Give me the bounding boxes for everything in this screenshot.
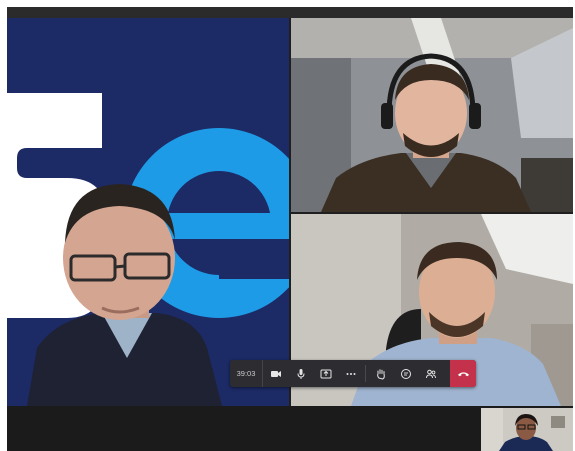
share-screen-icon <box>320 369 331 378</box>
chat-button[interactable] <box>393 360 418 387</box>
participant-tile-main-speaker[interactable] <box>7 18 289 406</box>
participant-tile-top-right[interactable] <box>291 18 573 212</box>
call-duration: 39:03 <box>230 360 263 387</box>
microphone-toggle-button[interactable] <box>288 360 313 387</box>
more-options-icon <box>346 372 355 375</box>
hang-up-icon <box>457 372 469 377</box>
more-options-button[interactable] <box>338 360 363 387</box>
toolbar-separator <box>365 365 366 382</box>
self-view-video <box>481 408 573 451</box>
video-icon <box>270 370 281 377</box>
participants-icon <box>425 369 436 378</box>
share-screen-button[interactable] <box>313 360 338 387</box>
call-controls-toolbar: 39:03 <box>230 360 476 387</box>
self-view-tile[interactable] <box>481 408 573 451</box>
participant-video-headset-man <box>291 18 573 212</box>
raise-hand-icon <box>376 368 385 380</box>
camera-toggle-button[interactable] <box>263 360 288 387</box>
chat-icon <box>400 368 411 379</box>
raise-hand-button[interactable] <box>368 360 393 387</box>
participants-button[interactable] <box>418 360 443 387</box>
window-top-strip <box>7 7 573 18</box>
hang-up-button[interactable] <box>450 360 476 387</box>
microphone-icon <box>297 368 304 379</box>
background-logo-image <box>7 18 289 406</box>
